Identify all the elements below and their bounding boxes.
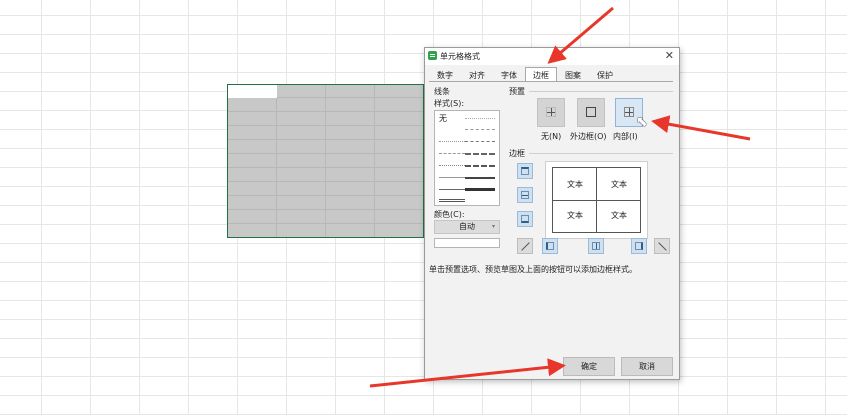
arrow-to-inside-preset (651, 115, 751, 141)
arrow-to-ok-button (369, 358, 566, 388)
arrow-to-border-tab (547, 6, 614, 64)
annotation-arrows (369, 6, 751, 388)
